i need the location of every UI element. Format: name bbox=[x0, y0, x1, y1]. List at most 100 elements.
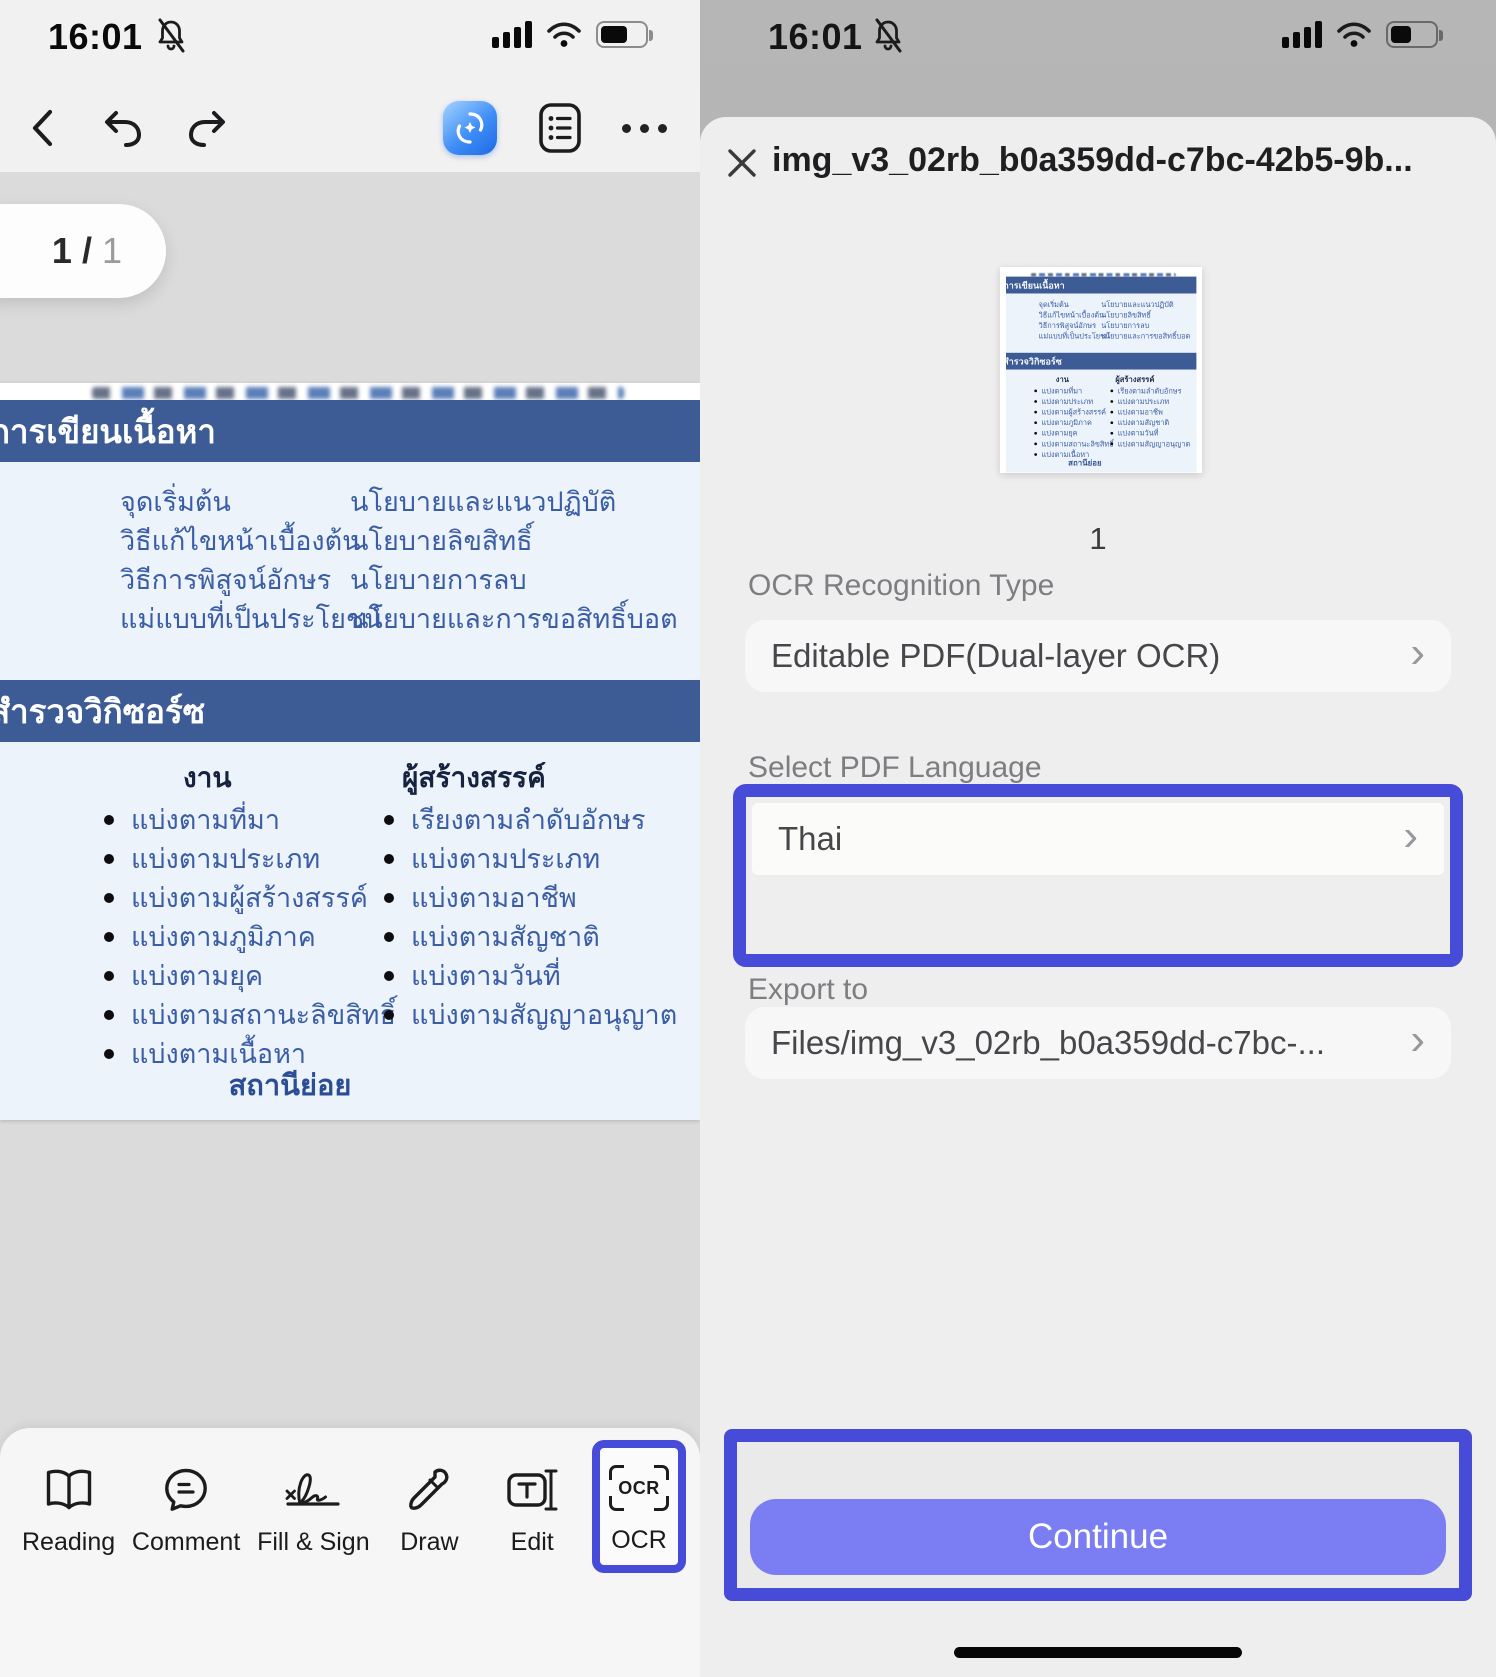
pdf-viewer-panel: 16:01 bbox=[0, 0, 700, 1677]
toolbar-item-reading[interactable]: Reading bbox=[22, 1428, 115, 1557]
language-label: Select PDF Language bbox=[748, 751, 1042, 785]
x-close-icon bbox=[724, 145, 760, 181]
doc-footer-link[interactable]: สถานีย่อย bbox=[0, 1062, 580, 1108]
doc-bullet-link[interactable]: แบ่งตามภูมิภาค bbox=[104, 923, 396, 951]
doc-bullet-link[interactable]: แบ่งตามวันที่ bbox=[384, 962, 677, 990]
doc-link[interactable]: นโยบายและการขอสิทธิ์บอต bbox=[350, 605, 678, 633]
status-bar: 16:01 bbox=[700, 12, 1496, 64]
chevron-right-icon: › bbox=[1403, 814, 1418, 858]
doc-link[interactable]: นโยบายลิขสิทธิ์ bbox=[350, 527, 678, 555]
doc-section2-title: สำรวจวิกิซอร์ซ bbox=[0, 685, 205, 738]
doc-link[interactable]: แม่แบบที่เป็นประโยชน์ bbox=[120, 605, 383, 633]
page-total: 1 bbox=[102, 230, 122, 272]
chevron-right-icon: › bbox=[1410, 1018, 1425, 1062]
language-value: Thai bbox=[778, 820, 842, 858]
viewer-top-chrome: 16:01 bbox=[0, 0, 700, 172]
toolbar-label: Fill & Sign bbox=[257, 1528, 370, 1557]
toolbar-item-fill-sign[interactable]: Fill & Sign bbox=[257, 1428, 370, 1557]
signal-icon bbox=[492, 20, 532, 48]
bell-muted-icon bbox=[872, 18, 904, 54]
close-button[interactable] bbox=[718, 139, 766, 187]
home-indicator[interactable] bbox=[954, 1647, 1242, 1658]
doc-link[interactable]: วิธีแก้ไขหน้าเบื้องต้น bbox=[120, 527, 383, 555]
doc-bullet-list-2: เรียงตามลำดับอักษร แบ่งตามประเภท แบ่งตาม… bbox=[384, 806, 677, 1029]
ocr-type-row[interactable]: Editable PDF(Dual-layer OCR) › bbox=[745, 620, 1451, 692]
outline-button[interactable] bbox=[530, 96, 590, 160]
doc-bullet-link[interactable]: เรียงตามลำดับอักษร bbox=[384, 806, 677, 834]
export-value: Files/img_v3_02rb_b0a359dd-c7bc-... bbox=[771, 1024, 1325, 1062]
language-highlight-box: Thai › bbox=[733, 784, 1463, 967]
doc-bullet-link[interactable]: แบ่งตามอาชีพ bbox=[384, 884, 677, 912]
doc-bullet-link[interactable]: แบ่งตามสถานะลิขสิทธิ์ bbox=[104, 1001, 396, 1029]
marker-icon bbox=[406, 1464, 452, 1516]
wifi-icon bbox=[1336, 21, 1372, 48]
ocr-type-value: Editable PDF(Dual-layer OCR) bbox=[771, 637, 1220, 675]
doc-bullet-link[interactable]: แบ่งตามสัญชาติ bbox=[384, 923, 677, 951]
chevron-right-icon: › bbox=[1410, 631, 1425, 675]
text-edit-icon bbox=[503, 1464, 561, 1516]
continue-highlight-box: Continue bbox=[724, 1429, 1472, 1601]
doc-link[interactable]: นโยบายการลบ bbox=[350, 566, 678, 594]
doc-bullet-link[interactable]: แบ่งตามสัญญาอนุญาต bbox=[384, 1001, 677, 1029]
toolbar-label: OCR bbox=[611, 1526, 667, 1555]
book-open-icon bbox=[42, 1464, 96, 1516]
page-indicator: 1 / 1 bbox=[0, 204, 166, 298]
toolbar-label: Comment bbox=[132, 1528, 240, 1557]
toolbar-item-edit[interactable]: Edit bbox=[489, 1428, 575, 1557]
pdf-document: การเขียนเนื้อหา จุดเริ่มต้น วิธีแก้ไขหน้… bbox=[0, 383, 700, 1120]
signature-icon bbox=[280, 1464, 346, 1516]
screen: 16:01 bbox=[0, 0, 1496, 1677]
toolbar-item-draw[interactable]: Draw bbox=[386, 1428, 472, 1557]
page-current: 1 bbox=[52, 230, 72, 272]
doc-bullet-link[interactable]: แบ่งตามประเภท bbox=[384, 845, 677, 873]
language-row[interactable]: Thai › bbox=[752, 803, 1444, 875]
doc-section1-title: การเขียนเนื้อหา bbox=[0, 405, 216, 458]
doc-link[interactable]: จุดเริ่มต้น bbox=[120, 488, 383, 516]
doc-link[interactable]: วิธีการพิสูจน์อักษร bbox=[120, 566, 383, 594]
ocr-sheet-panel: 16:01 img_v3_02rb_b0a359dd-c7bc-42b5-9b.… bbox=[700, 0, 1496, 1677]
signal-icon bbox=[1282, 20, 1322, 48]
doc-links-column-2: นโยบายและแนวปฏิบัติ นโยบายลิขสิทธิ์ นโยบ… bbox=[350, 488, 678, 633]
bottom-toolbar: Reading Comment Fill & Sign bbox=[0, 1428, 700, 1677]
bell-muted-icon bbox=[155, 18, 187, 54]
comment-bubble-icon bbox=[162, 1464, 210, 1516]
toolbar-label: Draw bbox=[400, 1528, 458, 1557]
doc-bullet-link[interactable]: แบ่งตามประเภท bbox=[104, 845, 396, 873]
export-row[interactable]: Files/img_v3_02rb_b0a359dd-c7bc-... › bbox=[745, 1007, 1451, 1079]
more-button[interactable] bbox=[614, 96, 674, 160]
toolbar-item-ocr[interactable]: OCR OCR bbox=[600, 1448, 678, 1565]
thumbnail-page-number: 1 bbox=[700, 521, 1496, 557]
ai-assistant-icon bbox=[443, 101, 497, 155]
viewer-toolbar bbox=[0, 96, 700, 166]
ai-assistant-button[interactable] bbox=[440, 96, 500, 160]
more-ellipsis-icon bbox=[622, 124, 667, 133]
status-bar: 16:01 bbox=[0, 12, 700, 64]
status-right-icons bbox=[1282, 20, 1438, 48]
toolbar-label: Reading bbox=[22, 1528, 115, 1557]
redo-button[interactable] bbox=[178, 96, 238, 160]
doc-section1-header: การเขียนเนื้อหา bbox=[0, 400, 700, 462]
back-button[interactable] bbox=[12, 96, 72, 160]
doc-column-header-creators: ผู้สร้างสรรค์ bbox=[402, 756, 546, 800]
battery-icon bbox=[596, 21, 648, 48]
status-time: 16:01 bbox=[48, 16, 143, 58]
export-label: Export to bbox=[748, 973, 868, 1007]
doc-link[interactable]: นโยบายและแนวปฏิบัติ bbox=[350, 488, 678, 516]
page-separator: / bbox=[82, 230, 92, 272]
doc-section1-body: จุดเริ่มต้น วิธีแก้ไขหน้าเบื้องต้น วิธีก… bbox=[0, 462, 700, 680]
continue-button[interactable]: Continue bbox=[750, 1499, 1446, 1575]
sheet-header: img_v3_02rb_b0a359dd-c7bc-42b5-9b... bbox=[700, 117, 1496, 203]
wifi-icon bbox=[546, 21, 582, 48]
doc-bullet-link[interactable]: แบ่งตามยุค bbox=[104, 962, 396, 990]
doc-section2-header: สำรวจวิกิซอร์ซ bbox=[0, 680, 700, 742]
doc-column-header-works: งาน bbox=[183, 756, 232, 800]
undo-button[interactable] bbox=[92, 96, 152, 160]
ocr-settings-sheet: img_v3_02rb_b0a359dd-c7bc-42b5-9b... การ… bbox=[700, 117, 1496, 1677]
thumbnail-document: การเขียนเนื้อหา จุดเริ่มต้น วิธีแก้ไขหน้… bbox=[1000, 267, 1202, 473]
toolbar-label: Edit bbox=[511, 1528, 554, 1557]
sheet-title: img_v3_02rb_b0a359dd-c7bc-42b5-9b... bbox=[772, 141, 1482, 180]
doc-links-column-1: จุดเริ่มต้น วิธีแก้ไขหน้าเบื้องต้น วิธีก… bbox=[120, 488, 383, 633]
doc-bullet-link[interactable]: แบ่งตามที่มา bbox=[104, 806, 396, 834]
toolbar-item-comment[interactable]: Comment bbox=[132, 1428, 240, 1557]
doc-bullet-link[interactable]: แบ่งตามผู้สร้างสรรค์ bbox=[104, 884, 396, 912]
